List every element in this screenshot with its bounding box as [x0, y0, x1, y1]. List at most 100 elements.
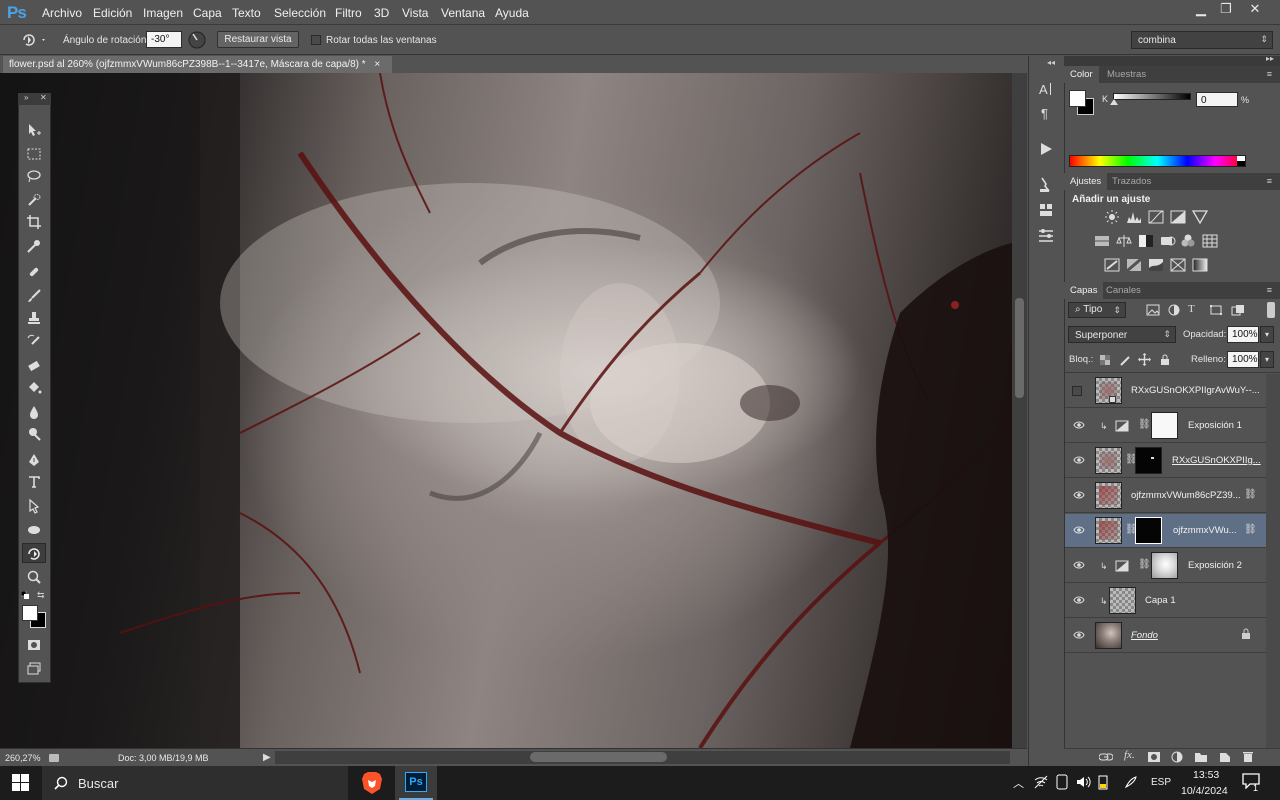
crop-tool-icon[interactable]: [22, 212, 46, 232]
image-canvas[interactable]: [0, 73, 1012, 748]
rotate-all-windows-checkbox[interactable]: [311, 35, 321, 45]
new-layer-icon[interactable]: [1218, 751, 1232, 763]
tray-volume-icon[interactable]: [1075, 774, 1091, 790]
curves-icon[interactable]: [1148, 210, 1164, 224]
color-spectrum-bar[interactable]: [1069, 155, 1246, 167]
horizontal-scrollbar-thumb[interactable]: [530, 752, 667, 762]
quick-mask-icon[interactable]: [22, 635, 46, 655]
filter-smart-object-icon[interactable]: [1231, 304, 1245, 316]
layer-mask-thumbnail[interactable]: [1151, 552, 1178, 579]
tray-battery-icon[interactable]: [1097, 774, 1109, 790]
layers-scrollbar[interactable]: [1266, 374, 1280, 754]
taskbar-photoshop-app[interactable]: Ps: [395, 766, 437, 800]
tray-pen-icon[interactable]: [1123, 774, 1139, 790]
color-panel-grip[interactable]: ▸▸: [1064, 54, 1280, 66]
lock-transparent-icon[interactable]: [1099, 354, 1111, 366]
new-group-icon[interactable]: [1194, 751, 1208, 763]
tools-panel-header[interactable]: » ✕: [18, 93, 51, 105]
tab-canales[interactable]: Canales: [1100, 282, 1147, 299]
filter-type-icon[interactable]: T: [1188, 303, 1195, 315]
lock-all-icon[interactable]: [1159, 353, 1171, 366]
layer-filter-toggle[interactable]: [1267, 302, 1275, 318]
layer-row[interactable]: Fondo: [1065, 619, 1266, 653]
layers-panel-menu-icon[interactable]: ≡: [1267, 285, 1272, 295]
menu-archivo[interactable]: Archivo: [42, 6, 82, 20]
eye-icon[interactable]: [1073, 630, 1085, 640]
chain-link-icon[interactable]: ⛓: [1138, 559, 1151, 570]
rotation-dial-icon[interactable]: [187, 30, 207, 50]
close-panel-icon[interactable]: ✕: [40, 93, 47, 102]
filter-pixel-icon[interactable]: [1146, 304, 1160, 316]
color-panel-menu-icon[interactable]: ≡: [1267, 69, 1272, 79]
reset-view-button[interactable]: Restaurar vista: [217, 31, 299, 48]
new-adjustment-layer-icon[interactable]: [1170, 751, 1184, 763]
collapse-dock-icon[interactable]: ◂◂: [1047, 58, 1055, 67]
photo-filter-icon[interactable]: [1160, 234, 1176, 248]
gradient-map-icon[interactable]: [1192, 258, 1208, 272]
vertical-scrollbar[interactable]: [1012, 73, 1027, 748]
eraser-tool-icon[interactable]: [22, 356, 46, 376]
zoom-level[interactable]: 260,27%: [5, 753, 41, 763]
taskbar-search-box[interactable]: Buscar: [42, 766, 348, 800]
collapse-panels-icon[interactable]: ▸▸: [1266, 54, 1274, 63]
vertical-scrollbar-thumb[interactable]: [1015, 298, 1024, 398]
eyedropper-tool-icon[interactable]: [22, 236, 46, 256]
color-panel-fg-swatch[interactable]: [1069, 90, 1086, 107]
close-window-button[interactable]: ✕: [1240, 0, 1270, 18]
menu-filtro[interactable]: Filtro: [335, 6, 362, 20]
paint-bucket-tool-icon[interactable]: [22, 378, 46, 398]
eye-icon[interactable]: [1073, 595, 1085, 605]
zoom-tool-icon[interactable]: [22, 567, 46, 587]
blur-tool-icon[interactable]: [22, 402, 46, 422]
filter-shape-icon[interactable]: [1209, 304, 1223, 316]
tab-capas[interactable]: Capas: [1064, 282, 1104, 299]
tray-language[interactable]: ESP: [1151, 777, 1171, 788]
menu-texto[interactable]: Texto: [232, 6, 261, 20]
layer-row[interactable]: ojfzmmxVWum86cPZ39... ⛓: [1065, 479, 1266, 513]
vibrance-icon[interactable]: [1192, 210, 1208, 224]
k-channel-input[interactable]: 0: [1196, 92, 1238, 107]
filter-adjustment-icon[interactable]: [1167, 304, 1181, 316]
hue-saturation-icon[interactable]: [1094, 234, 1110, 248]
chain-link-icon[interactable]: ⛓: [1138, 419, 1151, 430]
delete-layer-icon[interactable]: [1242, 751, 1254, 763]
move-tool-icon[interactable]: [22, 120, 46, 140]
tray-keyboard-icon[interactable]: [1055, 774, 1069, 790]
layer-mask-thumbnail[interactable]: [1135, 447, 1162, 474]
menu-imagen[interactable]: Imagen: [143, 6, 183, 20]
opacity-input[interactable]: 100%: [1227, 326, 1259, 343]
opacity-dropdown-icon[interactable]: ▾: [1260, 326, 1274, 343]
threshold-icon[interactable]: [1148, 258, 1164, 272]
tool-presets-icon[interactable]: [1037, 176, 1055, 194]
restore-button[interactable]: ❐: [1211, 0, 1241, 18]
channel-mixer-icon[interactable]: [1180, 234, 1196, 248]
layer-row[interactable]: RXxGUSnOKXPIIgrAvWuY--...: [1065, 374, 1266, 408]
properties-panel-icon[interactable]: [1037, 226, 1055, 244]
rotate-view-tool-icon[interactable]: [20, 32, 48, 48]
add-mask-icon[interactable]: [1147, 751, 1161, 763]
tab-trazados[interactable]: Trazados: [1106, 173, 1157, 190]
layer-row[interactable]: ↳ ⛓ Exposición 2: [1065, 549, 1266, 583]
brightness-contrast-icon[interactable]: [1104, 210, 1120, 224]
exposure-icon[interactable]: [1170, 210, 1186, 224]
layer-name[interactable]: Exposición 2: [1188, 560, 1265, 571]
rotate-view-tool-icon-selected[interactable]: [22, 543, 46, 563]
tray-chevron-icon[interactable]: ︿: [1013, 775, 1024, 791]
blend-mode-select[interactable]: Superponer: [1068, 326, 1176, 343]
dodge-tool-icon[interactable]: [22, 424, 46, 444]
swap-colors-icon[interactable]: ⇆: [37, 590, 45, 601]
screen-mode-icon[interactable]: [22, 659, 46, 679]
levels-icon[interactable]: [1126, 210, 1142, 224]
layer-row[interactable]: ⛓ RXxGUSnOKXPIIg...: [1065, 444, 1266, 478]
document-tab[interactable]: flower.psd al 260% (ojfzmmxVWum86cPZ398B…: [3, 56, 392, 73]
brush-presets-icon[interactable]: [1037, 201, 1055, 219]
workspace-select[interactable]: combina: [1131, 31, 1273, 49]
path-selection-tool-icon[interactable]: [22, 496, 46, 516]
k-channel-slider[interactable]: [1113, 93, 1191, 100]
lasso-tool-icon[interactable]: [22, 166, 46, 186]
visibility-off-box[interactable]: [1072, 386, 1082, 396]
layer-name[interactable]: Capa 1: [1145, 595, 1245, 606]
expand-panel-icon[interactable]: »: [24, 93, 28, 102]
quick-selection-tool-icon[interactable]: [22, 190, 46, 210]
menu-ayuda[interactable]: Ayuda: [495, 6, 529, 20]
